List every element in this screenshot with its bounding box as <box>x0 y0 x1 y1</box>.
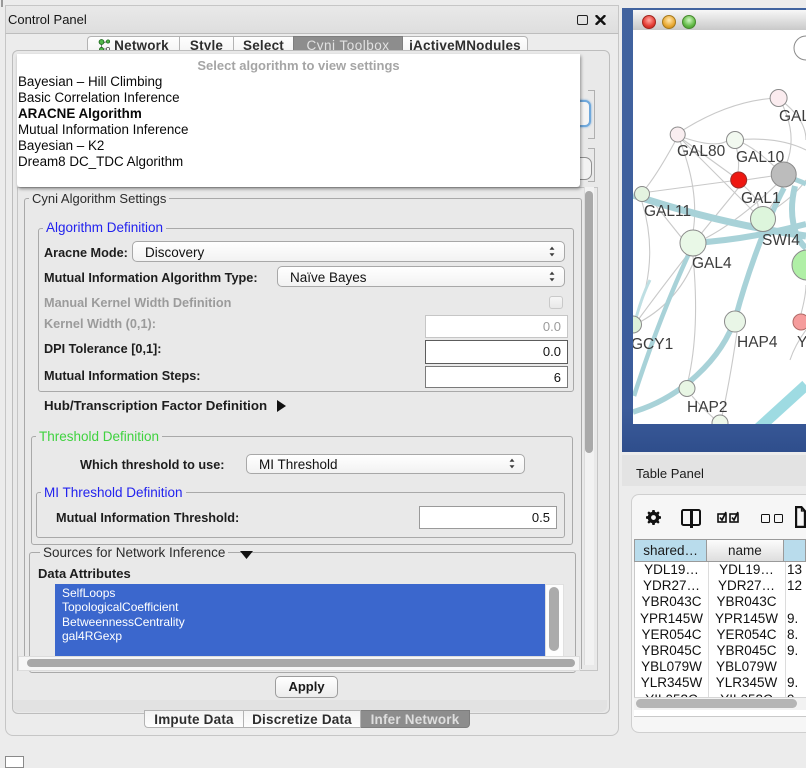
svg-text:HAP2: HAP2 <box>687 399 728 416</box>
svg-text:GAL1: GAL1 <box>741 190 781 207</box>
svg-text:GAL80: GAL80 <box>677 143 726 160</box>
svg-text:GCY1: GCY1 <box>633 336 673 353</box>
svg-text:SWI4: SWI4 <box>762 232 800 249</box>
svg-text:Y: Y <box>797 334 806 351</box>
svg-text:GAL: GAL <box>779 108 806 125</box>
svg-text:GAL11: GAL11 <box>644 203 691 220</box>
svg-text:GAL4: GAL4 <box>692 255 732 272</box>
svg-text:HAP4: HAP4 <box>737 334 778 351</box>
svg-text:GAL10: GAL10 <box>736 149 785 166</box>
